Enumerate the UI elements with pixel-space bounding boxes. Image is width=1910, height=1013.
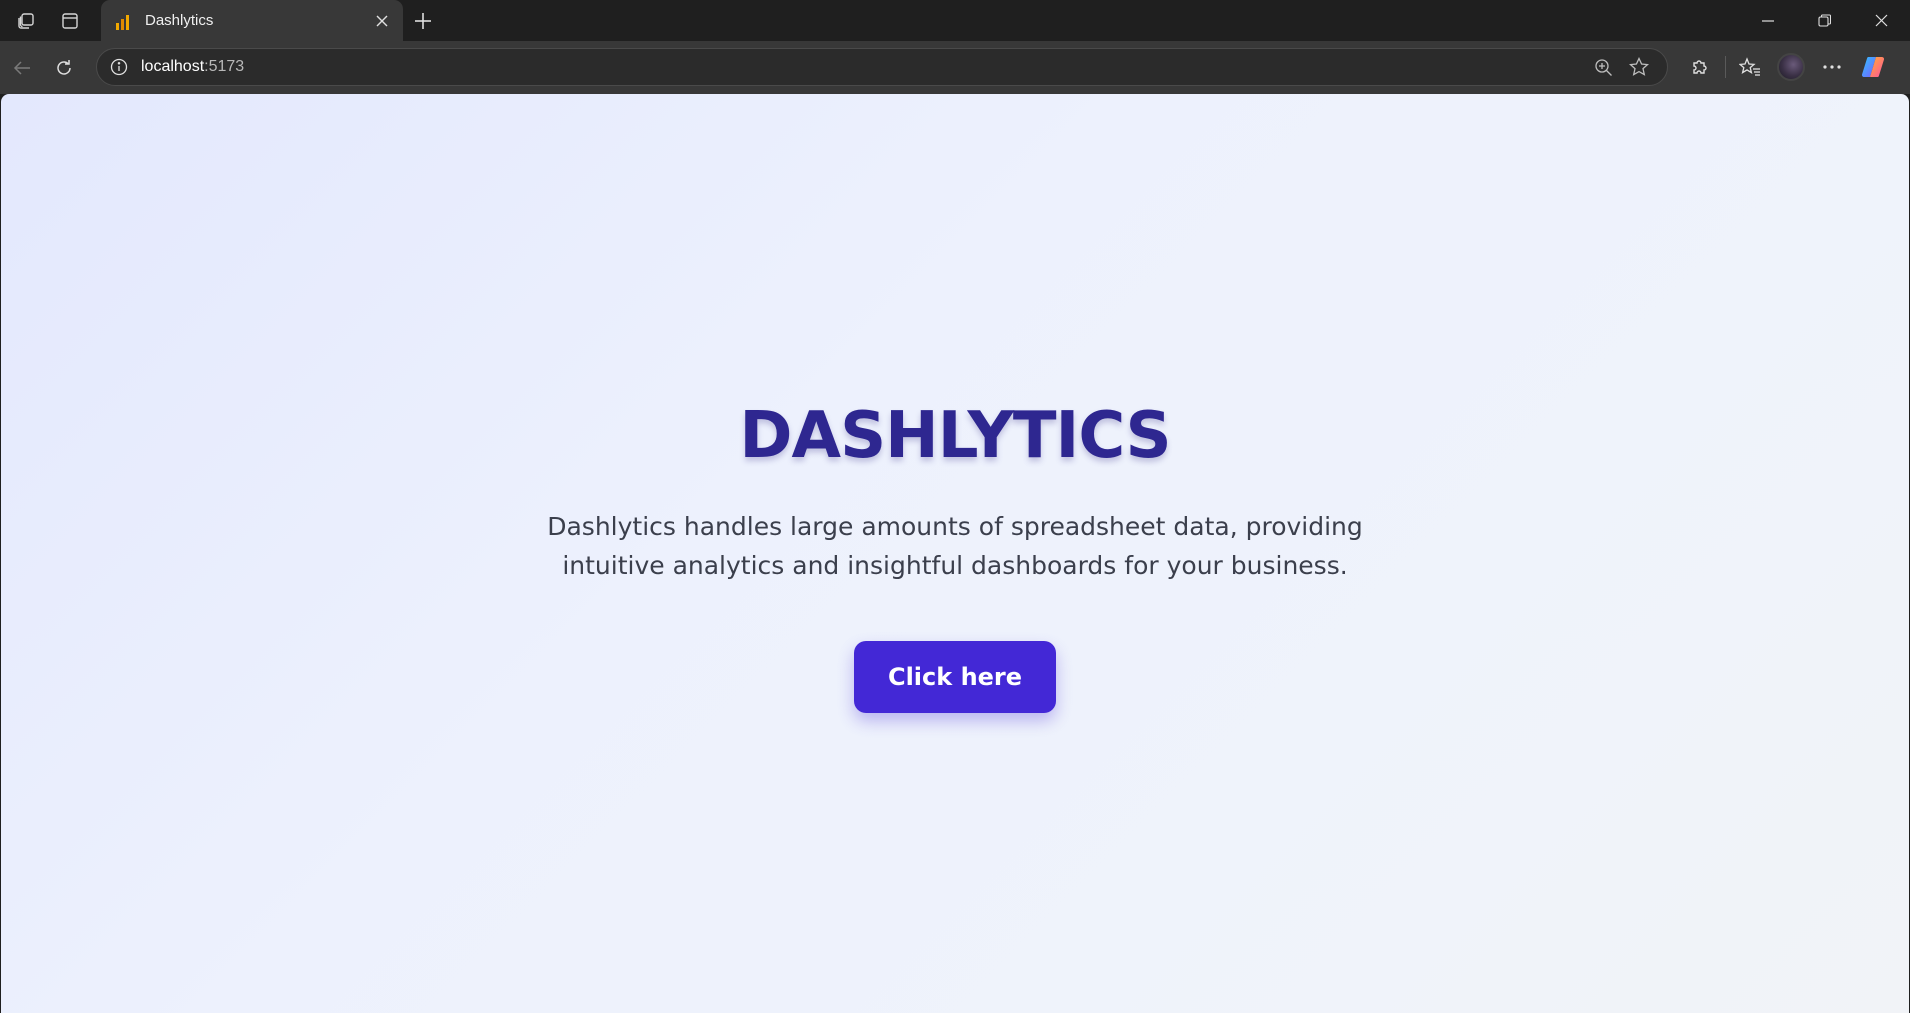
bar-chart-icon [113, 11, 133, 31]
url-host: localhost [141, 58, 205, 75]
close-icon[interactable] [371, 10, 393, 32]
star-icon[interactable] [1621, 49, 1657, 85]
favorites-icon[interactable] [1730, 47, 1770, 87]
toolbar-divider [1725, 56, 1726, 78]
puzzle-icon[interactable] [1680, 47, 1720, 87]
address-bar[interactable]: localhost:5173 [96, 48, 1668, 86]
workspaces-icon[interactable] [4, 0, 48, 41]
back-arrow-icon[interactable] [2, 48, 42, 88]
url-text[interactable]: localhost:5173 [141, 58, 1585, 76]
more-icon[interactable] [1812, 47, 1852, 87]
page-viewport: DASHLYTICS Dashlytics handles large amou… [1, 94, 1909, 1013]
zoom-icon[interactable] [1585, 49, 1621, 85]
url-port: :5173 [204, 58, 245, 75]
window-controls [1739, 0, 1910, 41]
browser-toolbar: localhost:5173 [0, 41, 1910, 94]
copilot-icon[interactable] [1853, 47, 1893, 87]
tab-actions-icon[interactable] [48, 0, 92, 41]
info-icon[interactable] [107, 55, 131, 79]
active-tab[interactable]: Dashlytics [101, 0, 403, 41]
page-title: DASHLYTICS [739, 399, 1171, 473]
avatar [1777, 53, 1805, 81]
hero-description: Dashlytics handles large amounts of spre… [547, 512, 1363, 580]
toolbar-actions [1680, 47, 1894, 87]
reload-icon[interactable] [44, 48, 84, 88]
hero-section: DASHLYTICS Dashlytics handles large amou… [1, 94, 1909, 1013]
profile-button[interactable] [1771, 47, 1811, 87]
minimize-icon[interactable] [1739, 0, 1796, 41]
restore-icon[interactable] [1796, 0, 1853, 41]
tab-title: Dashlytics [145, 12, 214, 29]
close-window-icon[interactable] [1853, 0, 1910, 41]
click-here-button[interactable]: Click here [854, 641, 1056, 713]
tab-strip: Dashlytics [0, 0, 1910, 41]
plus-icon[interactable] [401, 0, 445, 41]
